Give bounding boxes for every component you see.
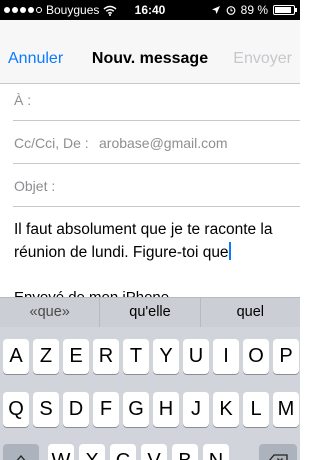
message-text: Il faut absolument que je te raconte la …	[14, 221, 273, 261]
key-j[interactable]: J	[183, 392, 209, 427]
key-h[interactable]: H	[153, 392, 179, 427]
message-body[interactable]: Il faut absolument que je te raconte la …	[14, 218, 294, 264]
key-v[interactable]: V	[141, 444, 167, 460]
key-i[interactable]: I	[213, 339, 239, 374]
keyboard-row-1: A Z E R T Y U I O P	[0, 339, 300, 375]
key-s[interactable]: S	[33, 392, 59, 427]
shift-arrow-icon	[16, 455, 26, 460]
battery-percent: 89 %	[240, 3, 268, 17]
wifi-icon	[103, 5, 117, 16]
nav-bar: Annuler Nouv. message Envoyer	[0, 20, 300, 84]
delete-key[interactable]	[259, 444, 297, 460]
key-u[interactable]: U	[183, 339, 209, 374]
status-left: Bouygues	[4, 3, 117, 17]
status-right: 89 %	[211, 3, 297, 17]
key-a[interactable]: A	[3, 339, 29, 374]
keyboard-row-3: W X C V B N	[0, 444, 300, 460]
key-f[interactable]: F	[93, 392, 119, 427]
key-d[interactable]: D	[63, 392, 89, 427]
subject-field[interactable]: Objet :	[13, 164, 300, 207]
suggestion-item[interactable]: «que»	[0, 298, 99, 327]
subject-label: Objet :	[14, 178, 56, 194]
to-field[interactable]: À :	[13, 78, 300, 121]
key-o[interactable]: O	[243, 339, 269, 374]
key-e[interactable]: E	[63, 339, 89, 374]
suggestion-bar: «que» qu'elle quel	[0, 297, 300, 327]
cancel-button[interactable]: Annuler	[8, 50, 63, 68]
key-y[interactable]: Y	[153, 339, 179, 374]
key-k[interactable]: K	[213, 392, 239, 427]
location-arrow-icon	[211, 6, 220, 14]
shift-key[interactable]	[3, 444, 39, 460]
key-w[interactable]: W	[48, 444, 74, 460]
suggestion-item[interactable]: qu'elle	[99, 298, 199, 327]
backspace-icon	[268, 454, 288, 460]
key-q[interactable]: Q	[3, 392, 29, 427]
carrier-name: Bouygues	[46, 3, 100, 17]
send-button[interactable]: Envoyer	[233, 50, 292, 68]
keyboard-row-2: Q S D F G H J K L M	[0, 392, 300, 428]
to-label: À :	[14, 92, 32, 108]
key-b[interactable]: B	[172, 444, 198, 460]
keyboard: A Z E R T Y U I O P Q S D F G H J K L M …	[0, 327, 300, 460]
key-r[interactable]: R	[93, 339, 119, 374]
key-n[interactable]: N	[203, 444, 229, 460]
from-address: arobase@gmail.com	[99, 135, 228, 151]
alarm-clock-icon	[226, 6, 236, 15]
key-z[interactable]: Z	[33, 339, 59, 374]
key-g[interactable]: G	[123, 392, 149, 427]
cc-from-field[interactable]: Cc/Cci, De : arobase@gmail.com	[13, 121, 300, 164]
key-m[interactable]: M	[273, 392, 299, 427]
key-l[interactable]: L	[243, 392, 269, 427]
cc-from-label: Cc/Cci, De :	[14, 135, 89, 151]
suggestion-item[interactable]: quel	[199, 298, 300, 327]
key-x[interactable]: X	[79, 444, 105, 460]
key-t[interactable]: T	[123, 339, 149, 374]
text-cursor	[228, 242, 231, 260]
status-bar: Bouygues 16:40 89 %	[0, 0, 300, 20]
battery-icon	[273, 5, 297, 15]
signal-dots-icon	[4, 7, 42, 13]
key-p[interactable]: P	[273, 339, 299, 374]
key-c[interactable]: C	[110, 444, 136, 460]
